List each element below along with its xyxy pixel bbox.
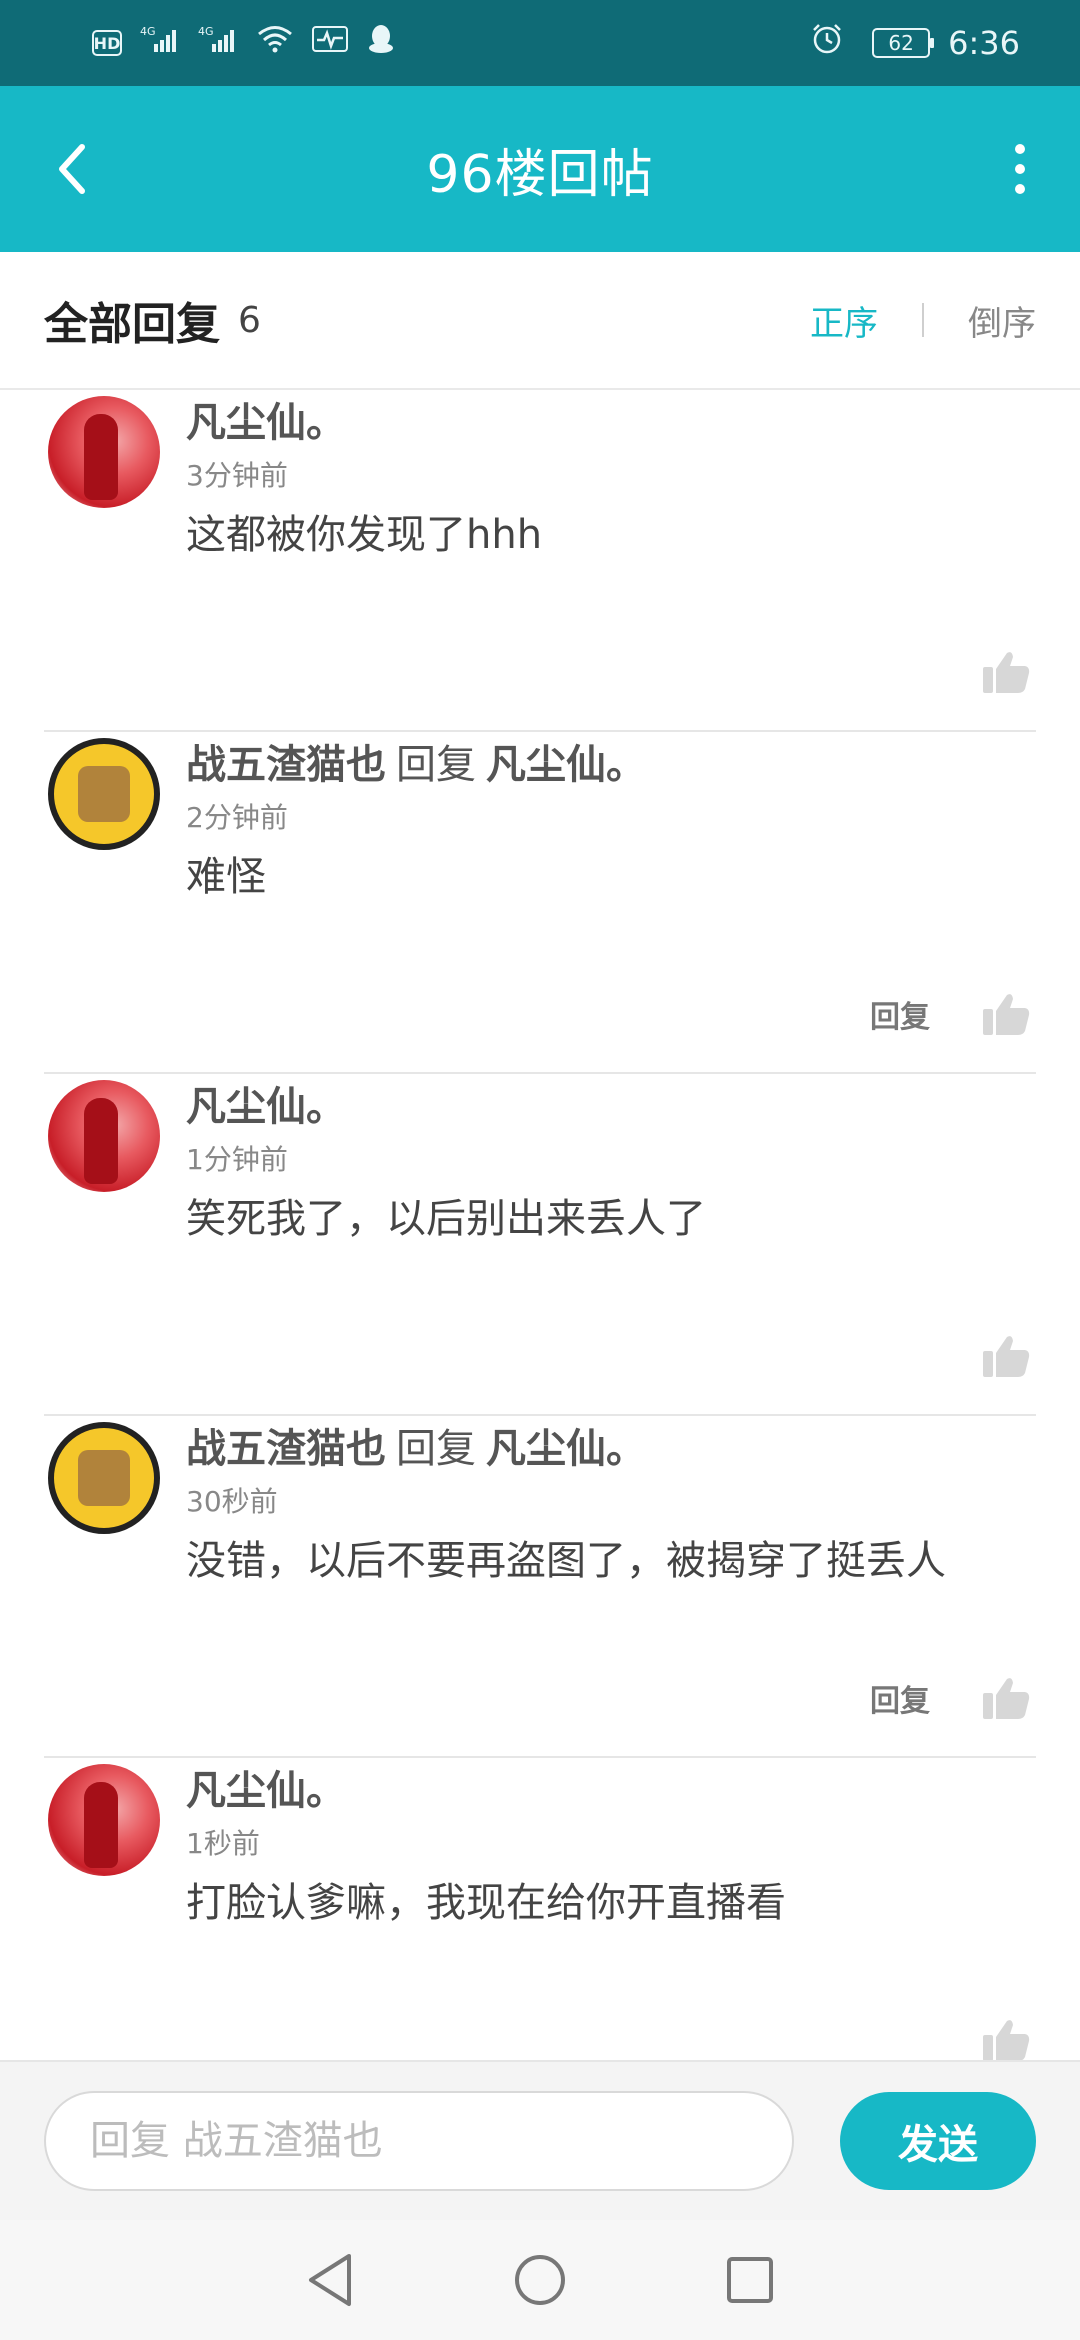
reply-time: 1分钟前 (186, 1143, 288, 1176)
status-left-icons: HD 4G 4G (92, 23, 396, 63)
reply-time: 30秒前 (186, 1485, 278, 1518)
reply-to-word: 回复 (396, 742, 476, 788)
svg-text:4G: 4G (140, 25, 156, 38)
replies-count: 6 (238, 299, 261, 341)
avatar[interactable] (48, 1080, 160, 1192)
reply-to-word: 回复 (396, 1426, 476, 1472)
avatar[interactable] (48, 1422, 160, 1534)
reply-name-line: 战五渣猫也 回复 凡尘仙。 (186, 1416, 646, 1474)
replies-label: 全部回复 (44, 299, 220, 350)
qq-icon (366, 23, 396, 63)
reply-composer: 发送 (0, 2060, 1080, 2220)
nav-home-icon[interactable] (505, 2245, 575, 2315)
status-bar: HD 4G 4G 62 6:36 (0, 0, 1080, 86)
reply-actions: 回复 (870, 1674, 1032, 1722)
replies-list: 凡尘仙。 3分钟前 这都被你发现了hhh 战五渣猫也 回复 凡尘仙。 2分钟前 难怪 回复 凡尘仙… (0, 390, 1080, 2060)
reply-to-author[interactable]: 凡尘仙。 (486, 1426, 646, 1472)
reply-author[interactable]: 凡尘仙。 (186, 400, 346, 446)
reply-time: 3分钟前 (186, 459, 288, 492)
reply-content: 打脸认爹嘛，我现在给你开直播看 (186, 1880, 786, 1926)
hd-icon: HD (92, 30, 122, 56)
reply-input[interactable] (44, 2091, 794, 2191)
avatar[interactable] (48, 1764, 160, 1876)
reply-item[interactable]: 凡尘仙。 1秒前打脸认爹嘛，我现在给你开直播看 (44, 1758, 1036, 2060)
signal-4g-icon: 4G (140, 24, 180, 62)
reply-author[interactable]: 战五渣猫也 (186, 742, 386, 788)
reply-actions (980, 2016, 1032, 2060)
reply-name-line: 凡尘仙。 (186, 390, 346, 448)
reply-item[interactable]: 凡尘仙。 3分钟前这都被你发现了hhh (44, 390, 1036, 732)
reply-actions (980, 648, 1032, 696)
reply-name-line: 凡尘仙。 (186, 1074, 346, 1132)
sort-divider (922, 303, 924, 337)
reply-author[interactable]: 凡尘仙。 (186, 1768, 346, 1814)
thumbs-up-icon[interactable] (980, 1674, 1032, 1722)
avatar[interactable] (48, 738, 160, 850)
reply-actions: 回复 (870, 990, 1032, 1038)
nav-recents-icon[interactable] (715, 2245, 785, 2315)
status-time: 6:36 (948, 24, 1020, 62)
reply-content: 没错，以后不要再盗图了，被揭穿了挺丢人 (186, 1538, 946, 1584)
avatar[interactable] (48, 396, 160, 508)
wifi-icon (256, 24, 294, 62)
system-nav-bar (0, 2220, 1080, 2340)
replies-header: 全部回复 6 正序 倒序 (0, 252, 1080, 390)
reply-content: 这都被你发现了hhh (186, 512, 543, 558)
thumbs-up-icon[interactable] (980, 990, 1032, 1038)
reply-button[interactable]: 回复 (870, 992, 930, 1036)
thumbs-up-icon[interactable] (980, 648, 1032, 696)
nav-back-icon[interactable] (295, 2245, 365, 2315)
reply-name-line: 凡尘仙。 (186, 1758, 346, 1816)
thumbs-up-icon[interactable] (980, 2016, 1032, 2060)
alarm-icon (810, 22, 844, 64)
reply-item[interactable]: 战五渣猫也 回复 凡尘仙。 30秒前 没错，以后不要再盗图了，被揭穿了挺丢人 回复 (44, 1416, 1036, 1758)
app-header: 96楼回帖 (0, 86, 1080, 252)
sort-asc-button[interactable]: 正序 (810, 296, 878, 345)
back-arrow-icon[interactable] (42, 139, 102, 199)
page-title: 96楼回帖 (426, 144, 654, 205)
sort-toggle: 正序 倒序 (810, 296, 1036, 345)
reply-author[interactable]: 凡尘仙。 (186, 1084, 346, 1130)
reply-time: 2分钟前 (186, 801, 288, 834)
svg-text:4G: 4G (198, 25, 214, 38)
reply-author[interactable]: 战五渣猫也 (186, 1426, 386, 1472)
reply-name-line: 战五渣猫也 回复 凡尘仙。 (186, 732, 646, 790)
pulse-icon (312, 24, 348, 62)
thumbs-up-icon[interactable] (980, 1332, 1032, 1380)
battery-icon: 62 (872, 28, 935, 58)
reply-button[interactable]: 回复 (870, 1676, 930, 1720)
reply-item[interactable]: 凡尘仙。 1分钟前笑死我了，以后别出来丢人了 (44, 1074, 1036, 1416)
send-button[interactable]: 发送 (840, 2092, 1036, 2190)
reply-time: 1秒前 (186, 1827, 260, 1860)
more-vertical-icon[interactable] (1000, 134, 1040, 204)
reply-content: 难怪 (186, 854, 266, 900)
status-right-icons: 62 6:36 (810, 22, 1020, 64)
reply-item[interactable]: 战五渣猫也 回复 凡尘仙。 2分钟前 难怪 回复 (44, 732, 1036, 1074)
reply-actions (980, 1332, 1032, 1380)
signal-4g-icon: 4G (198, 24, 238, 62)
sort-desc-button[interactable]: 倒序 (968, 296, 1036, 345)
reply-content: 笑死我了，以后别出来丢人了 (186, 1196, 706, 1242)
reply-to-author[interactable]: 凡尘仙。 (486, 742, 646, 788)
